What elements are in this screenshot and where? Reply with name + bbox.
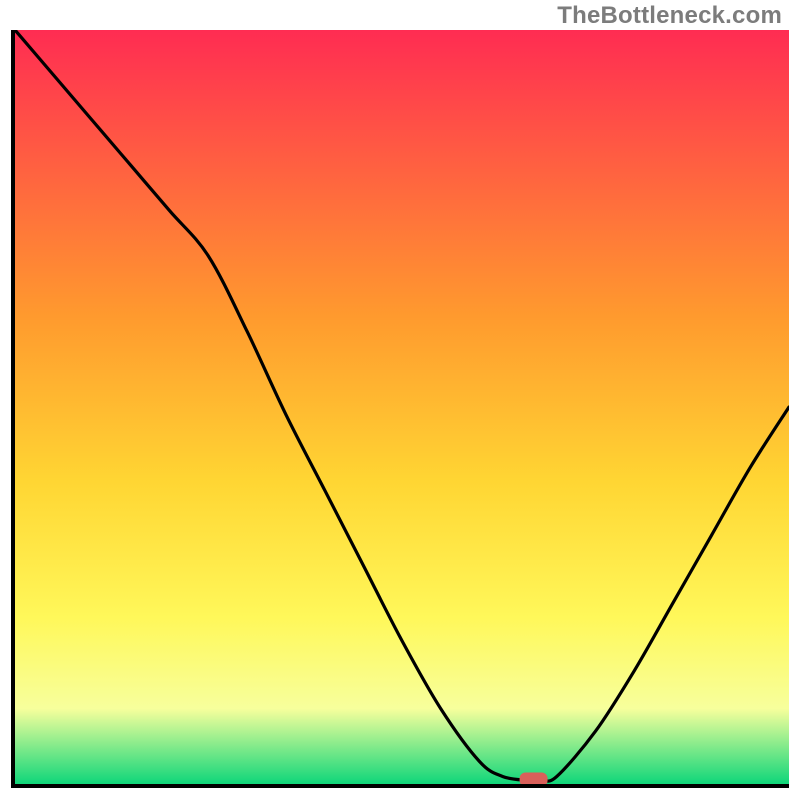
plot-area [11,30,789,788]
chart-svg [15,30,789,784]
watermark-text: TheBottleneck.com [557,2,782,30]
optimal-marker [520,772,548,784]
gradient-background [15,30,789,784]
chart-canvas: TheBottleneck.com [0,0,800,800]
